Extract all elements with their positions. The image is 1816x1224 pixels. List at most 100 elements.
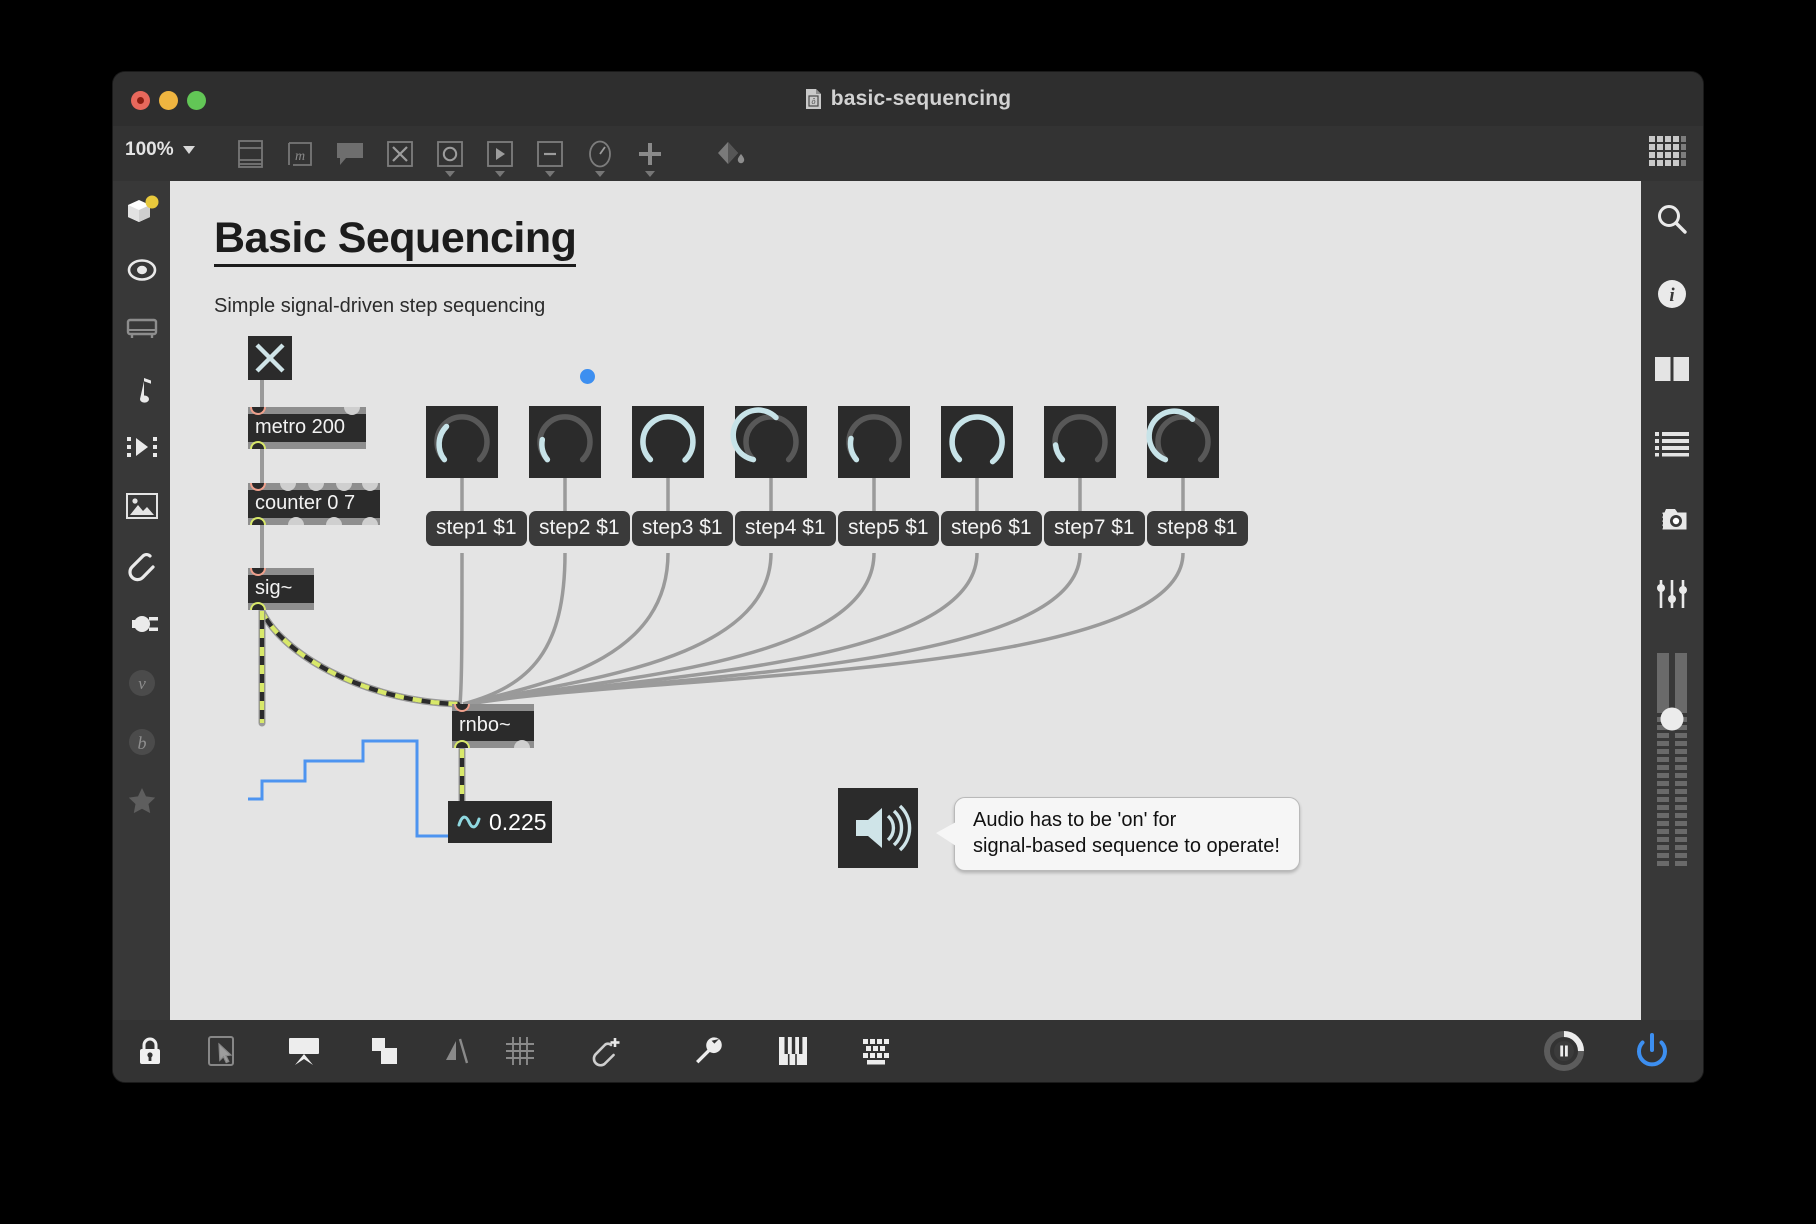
svg-text:ô: ô (811, 97, 815, 106)
plug-icon[interactable] (113, 594, 170, 653)
arrange-icon[interactable] (345, 1020, 427, 1082)
presentation-mode-icon[interactable] (263, 1020, 345, 1082)
message-step6[interactable]: step6 $1 (941, 511, 1042, 546)
right-sidebar: i (1641, 181, 1703, 1020)
max-object-icon[interactable]: m (275, 126, 325, 181)
paperclip-icon[interactable] (113, 535, 170, 594)
object-text: counter 0 7 (255, 492, 356, 514)
audio-power-icon[interactable] (1609, 1020, 1695, 1082)
wrench-icon[interactable] (661, 1020, 753, 1082)
window-title: ô basic-sequencing (113, 72, 1703, 126)
zoom-level-label: 100% (125, 139, 174, 160)
bubble-tail-icon (935, 821, 956, 847)
signal-number-value: 0.225 (489, 808, 547, 835)
chevron-down-icon (495, 171, 505, 177)
patcher-canvas[interactable]: Basic Sequencing Simple signal-driven st… (170, 181, 1641, 1020)
message-step1[interactable]: step1 $1 (426, 511, 527, 546)
console-icon[interactable] (113, 299, 170, 358)
object-rnbo[interactable]: rnbo~ (452, 704, 534, 748)
computer-keyboard-icon[interactable] (833, 1020, 925, 1082)
dial-step8[interactable] (1146, 406, 1219, 478)
comment-icon[interactable] (325, 126, 375, 181)
zoom-level-selector[interactable]: 100% (125, 139, 195, 161)
music-note-icon[interactable] (113, 358, 170, 417)
dial-step4[interactable] (730, 406, 807, 478)
comment-bubble: Audio has to be 'on' for signal-based se… (935, 797, 1300, 871)
piano-keys-icon[interactable] (753, 1020, 833, 1082)
message-icon[interactable] (475, 126, 525, 181)
eye-icon[interactable] (113, 240, 170, 299)
chevron-down-icon (545, 171, 555, 177)
metro-toggle[interactable] (248, 336, 292, 380)
signal-indicator-dot (580, 369, 595, 384)
chevron-down-icon (645, 171, 655, 177)
snapshot-icon[interactable] (1641, 481, 1703, 556)
object-sig[interactable]: sig~ (248, 568, 314, 610)
object-counter[interactable]: counter 0 7 (248, 483, 380, 525)
svg-text:m: m (295, 149, 305, 164)
patcher-window: ô basic-sequencing 100% m v b i Basic Se… (113, 72, 1703, 1082)
title-bar: ô basic-sequencing (113, 72, 1703, 127)
page-subtitle: Simple signal-driven step sequencing (214, 295, 546, 317)
edit-mode-icon[interactable] (181, 1020, 263, 1082)
window-title-text: basic-sequencing (830, 87, 1012, 110)
comment-line-2: signal-based sequence to operate! (973, 835, 1280, 857)
message-step5[interactable]: step5 $1 (838, 511, 939, 546)
page-title: Basic Sequencing (214, 216, 577, 267)
search-icon[interactable] (1641, 181, 1703, 256)
left-sidebar: v b (113, 181, 170, 1020)
dial-step2[interactable] (529, 406, 601, 478)
sine-wave-icon (457, 815, 481, 829)
paint-bucket-icon[interactable] (705, 126, 755, 181)
top-toolbar: 100% m (113, 126, 1703, 181)
panels-icon[interactable] (1641, 331, 1703, 406)
svg-text:v: v (138, 674, 146, 693)
grid-icon[interactable] (1649, 136, 1687, 172)
message-step8[interactable]: step8 $1 (1147, 511, 1248, 546)
object-text: sig~ (255, 577, 293, 599)
message-step4[interactable]: step4 $1 (735, 511, 836, 546)
cpu-meter-icon[interactable] (1519, 1020, 1609, 1082)
transport-icon[interactable] (113, 417, 170, 476)
object-metro[interactable]: metro 200 (248, 407, 366, 449)
svg-text:b: b (137, 733, 146, 753)
message-step2[interactable]: step2 $1 (529, 511, 630, 546)
dial-step5[interactable] (838, 406, 910, 478)
ezdac-speaker[interactable] (838, 788, 918, 868)
object-text: rnbo~ (459, 714, 511, 736)
comment-line-1: Audio has to be 'on' for (973, 809, 1177, 831)
info-icon[interactable]: i (1641, 256, 1703, 331)
dial-step7[interactable] (1044, 406, 1116, 478)
image-icon[interactable] (113, 476, 170, 535)
dial-step3[interactable] (632, 406, 704, 478)
object-text: metro 200 (255, 416, 346, 438)
chevron-down-icon (445, 171, 455, 177)
add-object-icon[interactable] (625, 126, 675, 181)
button-icon[interactable] (425, 126, 475, 181)
beap-icon[interactable]: b (113, 712, 170, 771)
chevron-down-icon (182, 146, 195, 154)
lock-icon[interactable] (119, 1020, 181, 1082)
toggle-icon[interactable] (375, 126, 425, 181)
list-icon[interactable] (1641, 406, 1703, 481)
vizzie-icon[interactable]: v (113, 653, 170, 712)
add-attachment-icon[interactable] (551, 1020, 661, 1082)
svg-text:i: i (1669, 285, 1675, 306)
dial-step6[interactable] (941, 406, 1013, 478)
audio-meter-fader[interactable] (1641, 631, 1703, 883)
favorites-star-icon[interactable] (113, 771, 170, 830)
bottom-toolbar (113, 1020, 1703, 1082)
number-icon[interactable] (525, 126, 575, 181)
max-document-icon: ô (805, 88, 822, 110)
chevron-down-icon (595, 171, 605, 177)
sliders-icon[interactable] (1641, 556, 1703, 631)
message-step3[interactable]: step3 $1 (632, 511, 733, 546)
grid-toggle-icon[interactable] (489, 1020, 551, 1082)
signal-number-box[interactable]: 0.225 (448, 801, 552, 843)
dial-step1[interactable] (426, 406, 498, 478)
dial-icon[interactable] (575, 126, 625, 181)
mirror-icon[interactable] (427, 1020, 489, 1082)
inspector-icon[interactable] (225, 126, 275, 181)
packages-icon[interactable] (113, 181, 170, 240)
message-step7[interactable]: step7 $1 (1044, 511, 1145, 546)
